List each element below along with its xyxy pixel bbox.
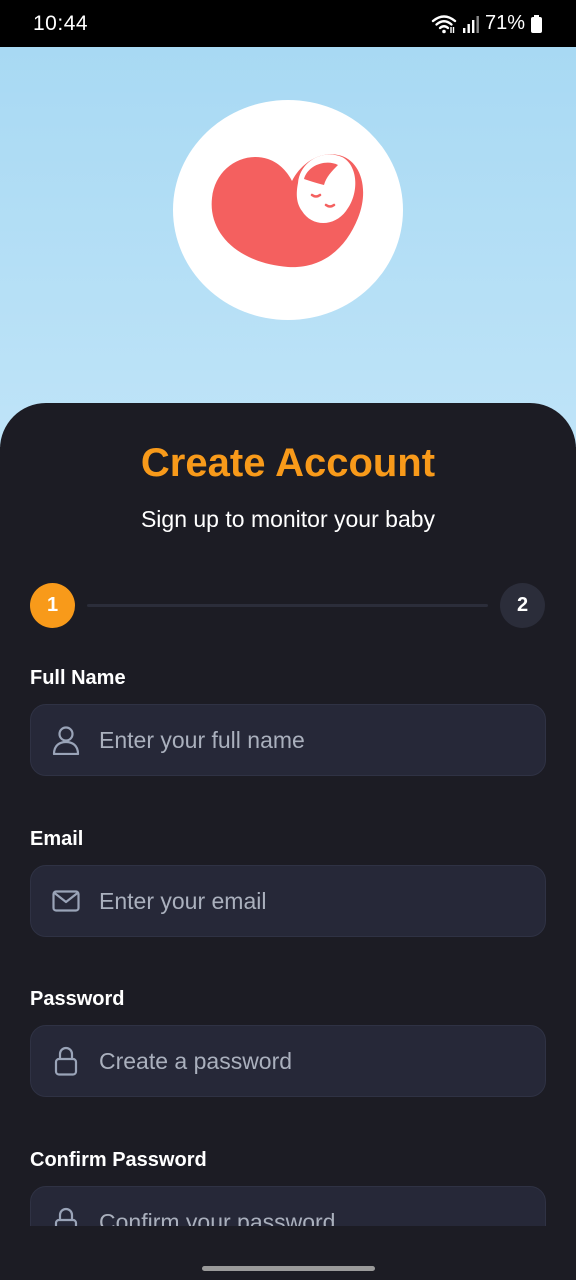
user-icon <box>49 723 83 757</box>
page-subtitle: Sign up to monitor your baby <box>140 506 436 532</box>
status-bar: 10:44 71% <box>0 0 576 47</box>
email-label: Email <box>30 828 84 850</box>
status-icons: 71% <box>431 12 542 35</box>
full-name-field[interactable] <box>30 704 546 776</box>
signup-card: Create Account Sign up to monitor your b… <box>0 403 576 1226</box>
navigation-bar <box>0 1226 576 1280</box>
mail-icon <box>49 884 83 918</box>
confirm-password-field[interactable] <box>30 1186 546 1226</box>
heart-baby-icon <box>208 143 368 278</box>
step-progress-line <box>87 604 488 607</box>
page-title: Create Account <box>140 441 436 485</box>
screen: 10:44 71% Create Account Sign up to moni… <box>0 0 576 1280</box>
step-indicator-1: 1 <box>30 583 75 628</box>
hero-banner <box>0 47 576 447</box>
confirm-password-label: Confirm Password <box>30 1149 207 1171</box>
full-name-input[interactable] <box>99 705 545 775</box>
step-indicator-2: 2 <box>500 583 545 628</box>
app-logo <box>173 100 403 320</box>
lock-icon <box>49 1044 83 1078</box>
email-field[interactable] <box>30 865 546 937</box>
password-field[interactable] <box>30 1025 546 1097</box>
signal-icon <box>462 15 479 33</box>
lock-icon <box>49 1205 83 1226</box>
email-input[interactable] <box>99 866 545 936</box>
status-time: 10:44 <box>33 11 89 35</box>
battery-text: 71% <box>484 12 525 34</box>
home-indicator[interactable] <box>202 1266 375 1271</box>
battery-icon <box>531 14 542 33</box>
confirm-password-input[interactable] <box>99 1187 545 1226</box>
password-label: Password <box>30 988 125 1010</box>
wifi-icon <box>431 14 457 34</box>
password-input[interactable] <box>99 1026 545 1096</box>
full-name-label: Full Name <box>30 667 126 689</box>
